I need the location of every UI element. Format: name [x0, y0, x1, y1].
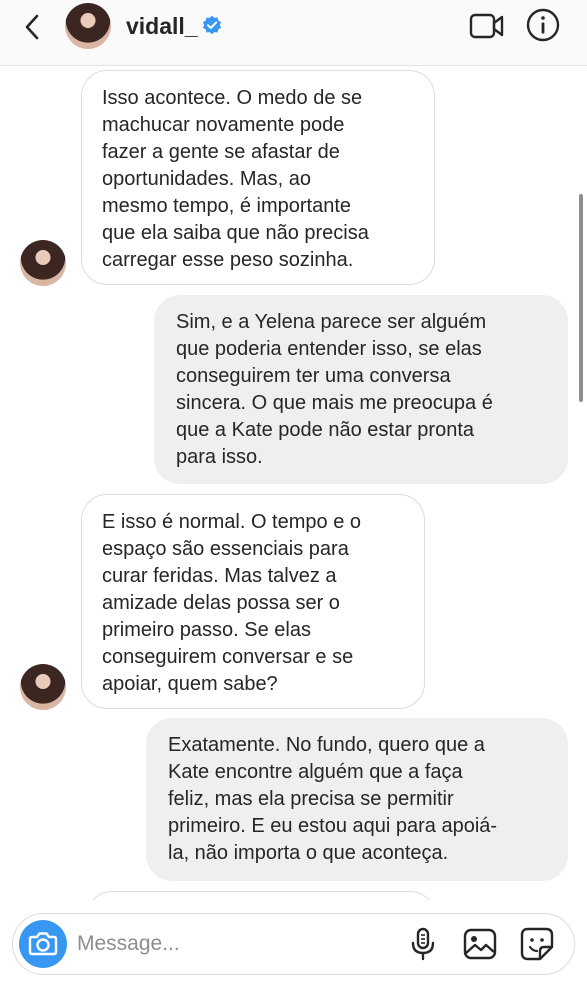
outgoing-message: Sim, e a Yelena parece ser alguém que po… — [154, 295, 568, 484]
camera-icon — [28, 932, 58, 956]
sender-avatar[interactable] — [20, 240, 66, 286]
avatar[interactable] — [65, 3, 111, 49]
username[interactable]: vidall_ — [126, 13, 198, 40]
scrollbar[interactable] — [579, 194, 583, 402]
gallery-icon[interactable] — [463, 928, 497, 960]
sender-avatar[interactable] — [20, 664, 66, 710]
message-composer — [12, 913, 575, 975]
microphone-icon[interactable] — [409, 927, 437, 961]
outgoing-message: Exatamente. No fundo, quero que a Kate e… — [146, 718, 568, 881]
camera-button[interactable] — [19, 920, 67, 968]
incoming-message-partial — [86, 891, 436, 900]
back-icon[interactable] — [18, 12, 48, 42]
incoming-message: E isso é normal. O tempo e o espaço são … — [81, 494, 425, 709]
info-icon[interactable] — [526, 8, 560, 42]
chat-header: vidall_ — [0, 0, 587, 66]
verified-badge-icon — [203, 15, 221, 35]
incoming-message: Isso acontece. O medo de se machucar nov… — [81, 70, 435, 285]
sticker-icon[interactable] — [520, 927, 554, 961]
message-input[interactable] — [77, 928, 397, 960]
video-call-icon[interactable] — [469, 12, 505, 40]
message-thread[interactable]: Isso acontece. O medo de se machucar nov… — [0, 66, 587, 900]
